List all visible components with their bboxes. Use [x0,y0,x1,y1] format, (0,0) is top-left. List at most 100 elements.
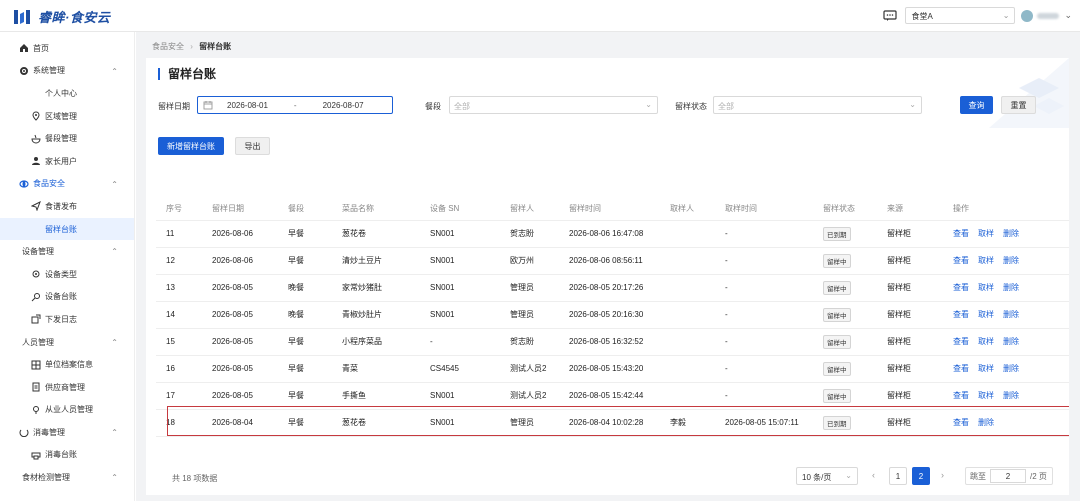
send-icon [30,200,42,212]
sidebar-item-5[interactable]: 家长用户 [0,150,134,173]
view-link[interactable]: 查看 [953,391,969,400]
delete-link[interactable]: 删除 [1003,337,1019,346]
view-link[interactable]: 查看 [953,418,969,427]
take-sample-link[interactable]: 取样 [978,283,994,292]
sidebar-item-label: 设备类型 [45,269,77,279]
take-sample-link[interactable]: 取样 [978,256,994,265]
sidebar-item-label: 家长用户 [45,156,77,166]
user-menu-chevron-icon[interactable]: ⌄ [1064,10,1072,21]
table-row[interactable]: 12 2026-08-06 早餐 清炒土豆片 SN001 欧万州 2026-08-06 08… [156,247,1069,275]
sidebar-item-10[interactable]: 设备类型 [0,263,134,286]
sidebar-item-8[interactable]: 留样台账 [0,217,134,241]
reset-button[interactable]: 重置 [1001,96,1036,114]
sidebar-item-label: 系统管理 [33,66,65,76]
page-2-button[interactable]: 2 [912,467,930,485]
table-row[interactable]: 16 2026-08-05 早餐 青菜 CS4545 测试人员2 2026-08-05 15… [156,355,1069,383]
sidebar-item-0[interactable]: 首页 [0,37,134,60]
sidebar-item-2[interactable]: 个人中心 [0,82,134,105]
table-row[interactable]: 15 2026-08-05 早餐 小程序菜品 - 贺志盼 2026-08-05 16:32:… [156,328,1069,356]
sidebar-item-label: 人员管理 [22,337,54,347]
delete-link[interactable]: 删除 [1003,364,1019,373]
chevron-up-icon: ⌃ [111,66,118,76]
logo-mark-icon [14,9,30,24]
date-range-picker[interactable]: 2026-08-01 - 2026-08-07 [197,96,393,114]
sidebar-item-13[interactable]: 人员管理 ⌃ [0,331,134,354]
cell-taker [670,220,725,248]
delete-link[interactable]: 删除 [1003,256,1019,265]
cell-sn: SN001 [430,382,510,410]
delete-link[interactable]: 删除 [1003,391,1019,400]
table-row[interactable]: 13 2026-08-05 晚餐 家常炒猪肚 SN001 管理员 2026-08-05 20… [156,274,1069,302]
take-sample-link[interactable]: 取样 [978,337,994,346]
cell-person: 管理员 [510,409,569,437]
cell-date: 2026-08-04 [212,409,288,437]
next-page-icon[interactable]: › [941,470,944,480]
sidebar-item-17[interactable]: 消毒管理 ⌃ [0,421,134,444]
add-sample-button[interactable]: 新增留样台账 [158,137,224,155]
take-sample-link[interactable]: 取样 [978,364,994,373]
status-badge: 留样中 [823,388,851,403]
cell-take_time: - [725,382,823,410]
meal-select-placeholder: 全部 [454,102,470,111]
sidebar-item-7[interactable]: 食谱发布 [0,195,134,218]
cell-sn: SN001 [430,409,510,437]
take-sample-link[interactable]: 取样 [978,229,994,238]
store-select[interactable]: 食堂A ⌄ [905,7,1016,24]
view-link[interactable]: 查看 [953,283,969,292]
page-size-select[interactable]: 10 条/页 ⌄ [796,467,858,485]
table-row[interactable]: 14 2026-08-05 晚餐 青椒炒肚片 SN001 管理员 2026-08-05 20… [156,301,1069,329]
cell-dish: 葱花卷 [342,220,430,248]
sidebar-item-label: 供应商管理 [45,382,85,392]
page-1-button[interactable]: 1 [889,467,907,485]
sidebar-item-1[interactable]: 系统管理 ⌃ [0,60,134,83]
export-icon [30,313,42,325]
date-end-input[interactable]: 2026-08-07 [323,101,364,110]
date-start-input[interactable]: 2026-08-01 [227,101,268,110]
delete-link[interactable]: 删除 [1003,310,1019,319]
table-row[interactable]: 17 2026-08-05 早餐 手撕鱼 SN001 测试人员2 2026-08-05 15… [156,382,1069,410]
sidebar-item-15[interactable]: 供应商管理 [0,376,134,399]
app-logo[interactable]: 睿眸·食安云 [12,7,110,26]
view-link[interactable]: 查看 [953,310,969,319]
sidebar-item-16[interactable]: 从业人员管理 [0,399,134,422]
cell-meal: 早餐 [288,328,342,356]
view-link[interactable]: 查看 [953,364,969,373]
cell-time: 2026-08-06 08:56:11 [569,247,670,275]
breadcrumb-parent[interactable]: 食品安全 [152,42,184,51]
delete-link[interactable]: 删除 [1003,229,1019,238]
sidebar-item-9[interactable]: 设备管理 ⌃ [0,240,134,263]
cell-taker [670,328,725,356]
sidebar-item-19[interactable]: 食材检测管理 ⌃ [0,466,134,489]
view-link[interactable]: 查看 [953,256,969,265]
message-icon[interactable] [883,9,898,22]
cell-source: 留样柜 [887,274,953,302]
page-jump-input[interactable]: 2 [990,469,1026,483]
sidebar-item-12[interactable]: 下发日志 [0,308,134,331]
chevron-down-icon: ⌄ [909,100,916,109]
take-sample-link[interactable]: 取样 [978,310,994,319]
view-link[interactable]: 查看 [953,337,969,346]
sidebar-item-18[interactable]: 消毒台账 [0,444,134,467]
column-header: 留样时间 [569,198,670,221]
avatar[interactable] [1021,9,1034,22]
cell-taker: 李毅 [670,409,725,437]
cell-take_time: - [725,220,823,248]
export-button[interactable]: 导出 [235,137,270,155]
meal-select[interactable]: 全部 ⌄ [449,96,658,114]
sidebar-item-11[interactable]: 设备台账 [0,286,134,309]
sidebar-item-4[interactable]: 餐段管理 [0,127,134,150]
status-select[interactable]: 全部 ⌄ [713,96,922,114]
prev-page-icon[interactable]: ‹ [872,470,875,480]
user-name[interactable] [1037,12,1060,19]
sidebar-item-14[interactable]: 单位档案信息 [0,353,134,376]
sidebar-item-6[interactable]: 食品安全 ⌃ [0,173,134,196]
take-sample-link[interactable]: 取样 [978,391,994,400]
delete-link[interactable]: 删除 [978,418,994,427]
sidebar-item-3[interactable]: 区域管理 [0,105,134,128]
cell-meal: 早餐 [288,247,342,275]
delete-link[interactable]: 删除 [1003,283,1019,292]
view-link[interactable]: 查看 [953,229,969,238]
query-button[interactable]: 查询 [960,96,993,114]
table-row[interactable]: 18 2026-08-04 早餐 葱花卷 SN001 管理员 2026-08-04 10:0… [156,409,1069,437]
table-row[interactable]: 11 2026-08-06 早餐 葱花卷 SN001 贺志盼 2026-08-06 16:4… [156,220,1069,248]
